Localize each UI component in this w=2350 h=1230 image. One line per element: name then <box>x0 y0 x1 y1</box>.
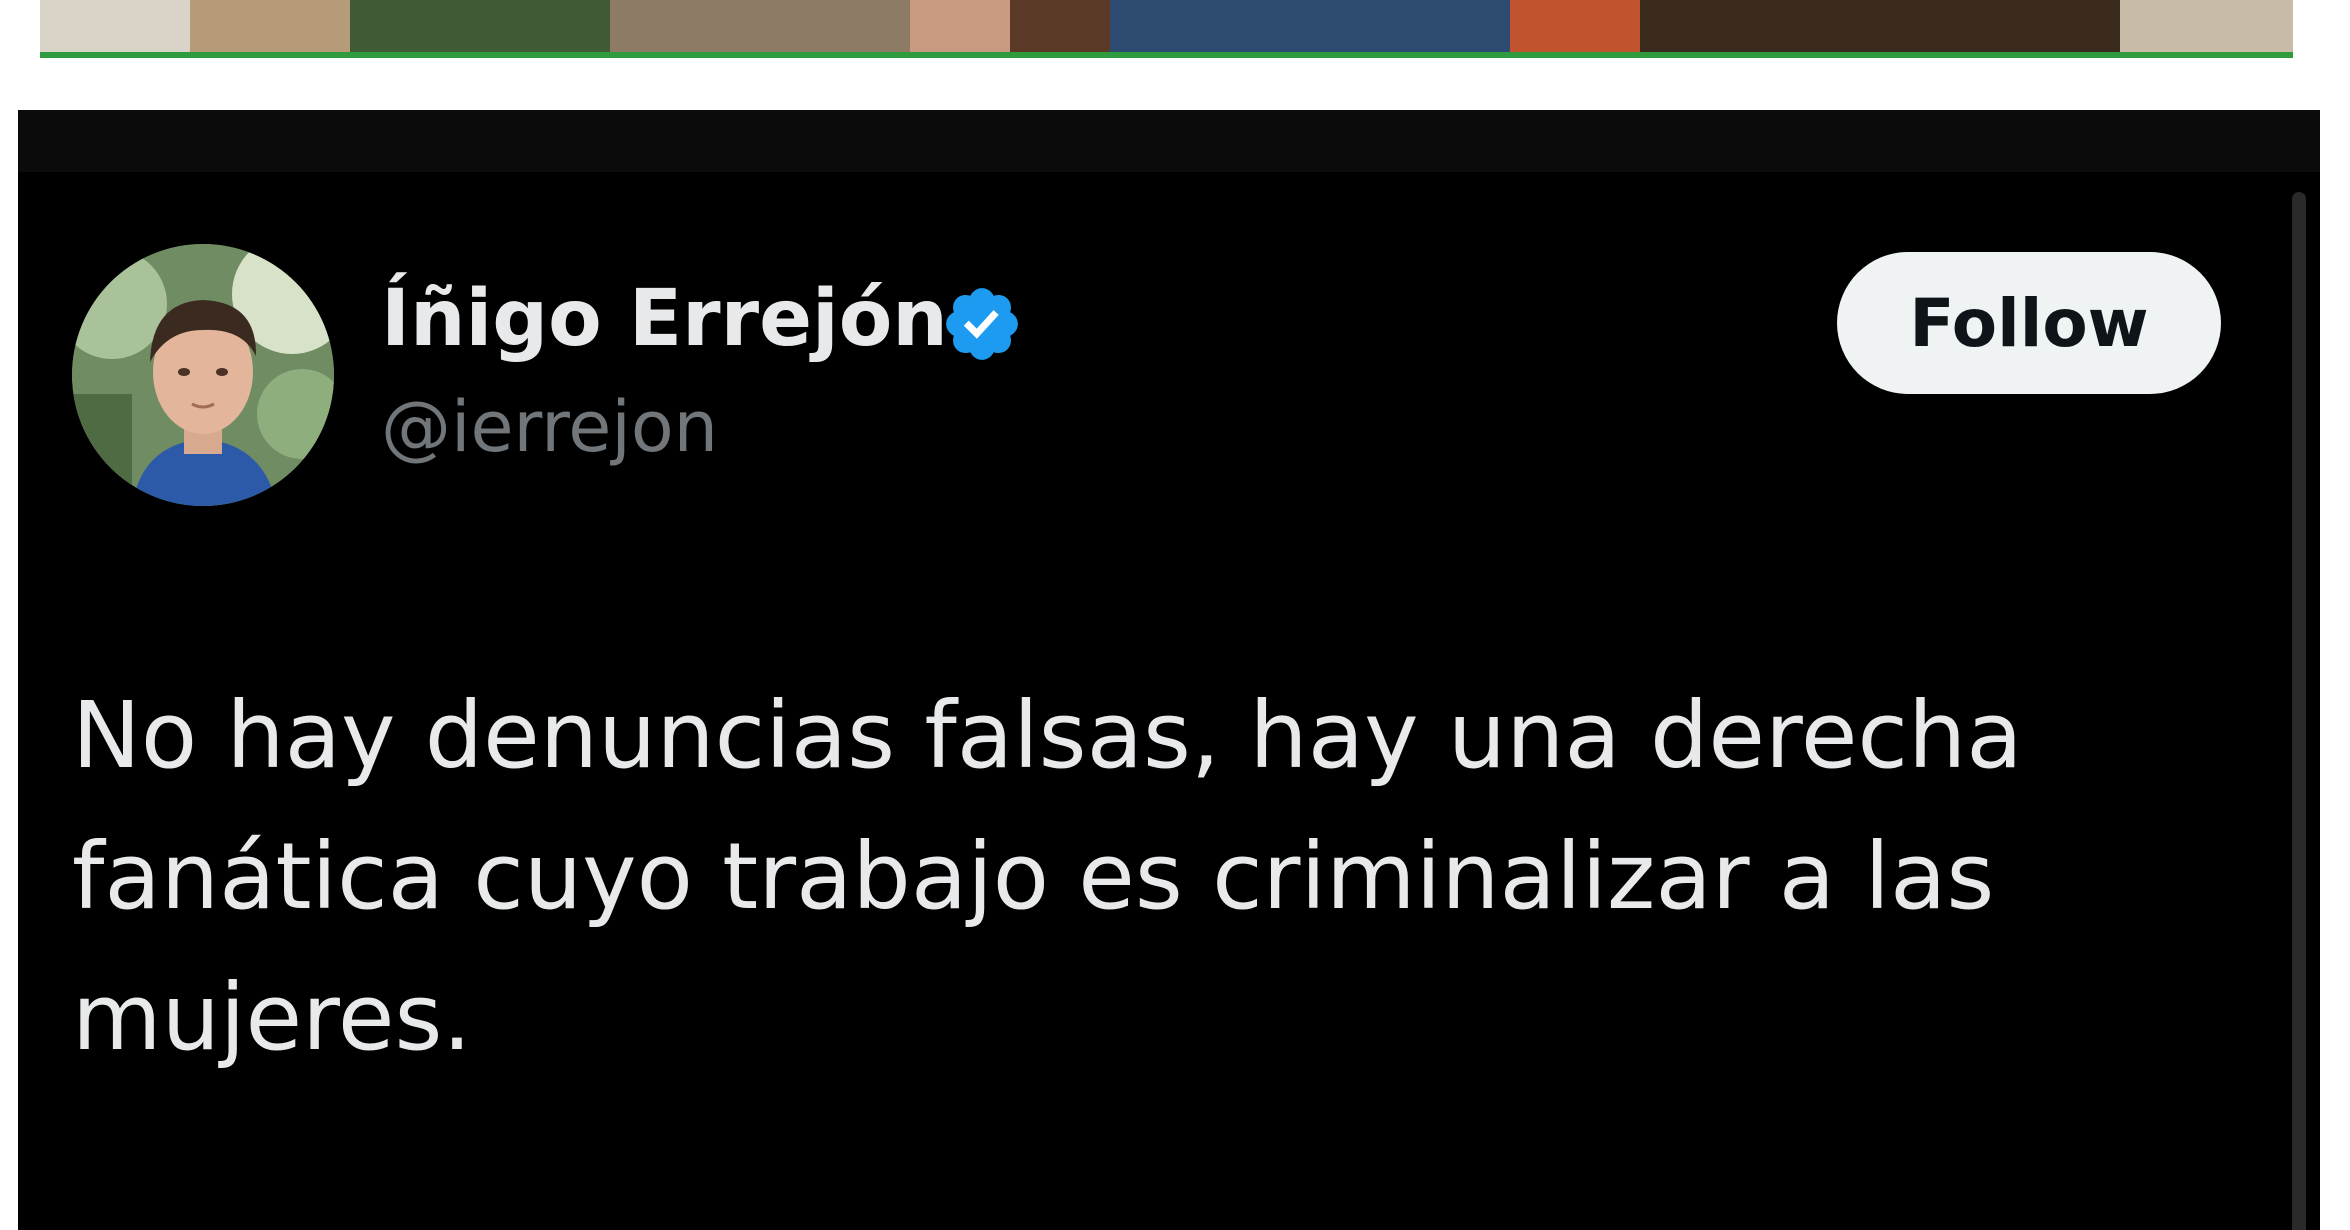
header-photo <box>40 0 2293 52</box>
card-top-band <box>18 110 2320 172</box>
photo-border <box>40 52 2293 58</box>
display-name[interactable]: Íñigo Errejón <box>381 280 948 358</box>
user-handle[interactable]: @ierrejon <box>381 392 718 462</box>
verified-badge-icon <box>946 288 1018 360</box>
tweet-card: Íñigo Errejón @ierrejon Follow No hay de… <box>18 110 2320 1230</box>
follow-button[interactable]: Follow <box>1837 252 2221 394</box>
avatar-image <box>72 244 334 506</box>
tweet-text: No hay denuncias falsas, hay una derecha… <box>72 682 2023 1071</box>
scrollbar[interactable] <box>2292 192 2306 1230</box>
page: Íñigo Errejón @ierrejon Follow No hay de… <box>0 0 2350 1230</box>
avatar[interactable] <box>72 244 334 506</box>
